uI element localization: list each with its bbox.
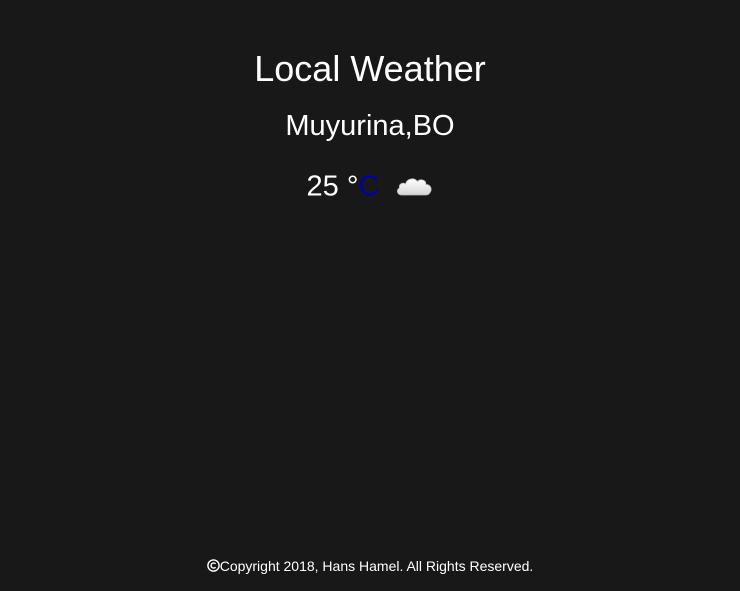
- temperature-row: 25 °C: [0, 167, 740, 204]
- unit-toggle[interactable]: C: [358, 170, 379, 202]
- temperature-value: 25: [306, 170, 339, 203]
- cloud-icon: [395, 171, 433, 196]
- weather-page: Local Weather Muyurina,BO 25 °C Copyrigh…: [0, 0, 740, 591]
- page-title: Local Weather: [254, 48, 486, 89]
- footer: Copyright 2018, Hans Hamel. All Rights R…: [0, 556, 740, 576]
- copyright-icon: [206, 557, 220, 572]
- degree-symbol: °: [346, 170, 359, 203]
- location-label: Muyurina,BO: [285, 110, 455, 142]
- copyright-text: Copyright 2018, Hans Hamel. All Rights R…: [219, 558, 534, 574]
